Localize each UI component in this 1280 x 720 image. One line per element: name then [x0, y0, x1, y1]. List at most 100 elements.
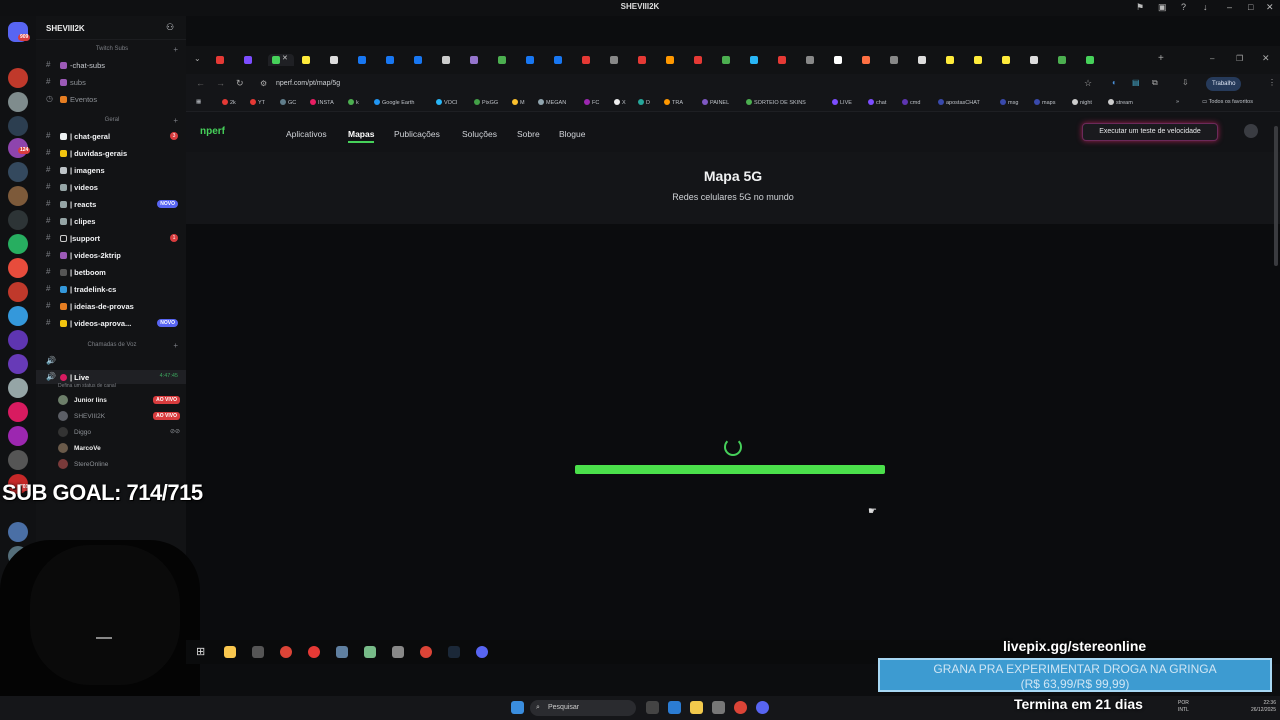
server-icon[interactable]: [8, 522, 28, 542]
browser-tab[interactable]: [662, 54, 688, 66]
app-icon[interactable]: [364, 646, 376, 658]
nav-sobre[interactable]: Sobre: [517, 129, 540, 139]
browser-tab[interactable]: [326, 54, 352, 66]
browser-tab[interactable]: [550, 54, 576, 66]
server-icon[interactable]: [8, 402, 28, 422]
voice-user[interactable]: Junior lins AO VIVO: [58, 394, 186, 408]
server-icon[interactable]: [8, 210, 28, 230]
browser-tab[interactable]: [970, 54, 996, 66]
bookmark[interactable]: chat: [868, 99, 886, 106]
channel-videos-2ktrip[interactable]: # | videos-2ktrip: [36, 248, 186, 262]
browser-tab[interactable]: [634, 54, 660, 66]
close-icon[interactable]: ✕: [1266, 2, 1274, 13]
bookmark[interactable]: LIVE: [832, 99, 852, 106]
browser-tab[interactable]: [578, 54, 604, 66]
edge-icon[interactable]: [668, 701, 681, 714]
browser-tab[interactable]: [942, 54, 968, 66]
browser-tab[interactable]: [298, 54, 324, 66]
browser-tab[interactable]: [410, 54, 436, 66]
bookmark[interactable]: apostasCHAT: [938, 99, 980, 106]
taskbar-search[interactable]: ⌕ Pesquisar: [530, 700, 636, 716]
add-channel-icon[interactable]: +: [173, 341, 178, 350]
browser-tab[interactable]: [1026, 54, 1052, 66]
bookmark[interactable]: SORTEIO DE SKINS: [746, 99, 806, 106]
channel-reacts[interactable]: # | reacts NOVO: [36, 197, 186, 211]
browser-tab[interactable]: [886, 54, 912, 66]
menu-icon[interactable]: ⋮: [1268, 78, 1276, 87]
reload-icon[interactable]: ↻: [236, 78, 244, 89]
bookmark[interactable]: FC: [584, 99, 599, 106]
server-icon[interactable]: [8, 306, 28, 326]
apps-icon[interactable]: ▦: [196, 99, 201, 105]
bookmark[interactable]: X: [614, 99, 626, 106]
channel-ideias-de-provas[interactable]: # | ideias-de-provas: [36, 299, 186, 313]
bookmark[interactable]: PixGG: [474, 99, 498, 106]
bookmark[interactable]: k: [348, 99, 359, 106]
browser-tab[interactable]: [718, 54, 744, 66]
app-icon[interactable]: [336, 646, 348, 658]
browser-tab[interactable]: [830, 54, 856, 66]
extension-icon[interactable]: ◐: [1112, 78, 1117, 87]
category-geral[interactable]: Geral +: [42, 116, 182, 125]
add-channel-icon[interactable]: +: [173, 45, 178, 54]
channel-duvidas-gerais[interactable]: # | duvidas-gerais: [36, 146, 186, 160]
channel-videos[interactable]: # | videos: [36, 180, 186, 194]
channel-tradelink-cs[interactable]: # | tradelink-cs: [36, 282, 186, 296]
channel-chat-subs[interactable]: # -chat-subs: [36, 58, 186, 72]
nav-solucoes[interactable]: Soluções: [462, 129, 497, 139]
channel-imagens[interactable]: # | imagens: [36, 163, 186, 177]
lang-indicator[interactable]: POR INTL: [1178, 700, 1192, 714]
browser-tab[interactable]: [914, 54, 940, 66]
nav-publicacoes[interactable]: Publicações: [394, 129, 440, 139]
extensions-icon[interactable]: ⧉: [1152, 78, 1158, 88]
more-bookmarks-icon[interactable]: »: [1176, 99, 1179, 105]
browser-tab[interactable]: [1082, 54, 1108, 66]
server-header[interactable]: SHEVIII2K ⚇: [36, 16, 186, 40]
discord-icon[interactable]: [476, 646, 488, 658]
store-icon[interactable]: [712, 701, 725, 714]
file-explorer-icon[interactable]: [690, 701, 703, 714]
bookmark[interactable]: D: [638, 99, 650, 106]
server-icon[interactable]: [8, 186, 28, 206]
server-icon[interactable]: [8, 162, 28, 182]
channel-subs[interactable]: # subs: [36, 75, 186, 89]
voice-channel[interactable]: 🔊: [36, 354, 186, 368]
channel-support[interactable]: # |support 1: [36, 231, 186, 245]
bookmark[interactable]: M: [512, 99, 525, 106]
server-icon[interactable]: [8, 92, 28, 112]
browser-tab[interactable]: [858, 54, 884, 66]
add-channel-icon[interactable]: +: [173, 116, 178, 125]
chrome-icon[interactable]: [734, 701, 747, 714]
server-icon[interactable]: [8, 116, 28, 136]
browser-tab[interactable]: [690, 54, 716, 66]
bookmark[interactable]: maps: [1034, 99, 1055, 106]
close-window-icon[interactable]: ✕: [1262, 53, 1270, 64]
tab-search-icon[interactable]: ⌄: [194, 54, 201, 63]
steam-icon[interactable]: [448, 646, 460, 658]
browser-tab[interactable]: [212, 54, 238, 66]
downloads-icon[interactable]: ⇩: [1182, 78, 1189, 87]
bookmark[interactable]: INSTA: [310, 99, 334, 106]
speedtest-button[interactable]: Executar um teste de velocidade: [1082, 123, 1218, 141]
active-browser-tab[interactable]: ✕: [268, 54, 294, 66]
pin-icon[interactable]: ⚑: [1136, 2, 1144, 13]
forward-icon[interactable]: →: [216, 78, 225, 88]
close-tab-icon[interactable]: ✕: [282, 54, 288, 62]
server-icon[interactable]: [8, 378, 28, 398]
site-info-icon[interactable]: ⚙: [260, 79, 267, 88]
discord-icon[interactable]: [756, 701, 769, 714]
voice-user[interactable]: StereOnline: [58, 458, 186, 472]
chrome-icon[interactable]: [420, 646, 432, 658]
bookmark[interactable]: YT: [250, 99, 265, 106]
bookmark[interactable]: VOCI: [436, 99, 457, 106]
bookmark[interactable]: stream: [1108, 99, 1133, 106]
help-icon[interactable]: ?: [1181, 2, 1186, 12]
server-icon[interactable]: [8, 450, 28, 470]
channel-clipes[interactable]: # | clipes: [36, 214, 186, 228]
bookmark[interactable]: GC: [280, 99, 296, 106]
opera-icon[interactable]: [308, 646, 320, 658]
browser-tab[interactable]: [802, 54, 828, 66]
nav-aplicativos[interactable]: Aplicativos: [286, 129, 327, 139]
download-icon[interactable]: ↓: [1203, 2, 1208, 12]
restore-icon[interactable]: ❐: [1236, 54, 1243, 63]
